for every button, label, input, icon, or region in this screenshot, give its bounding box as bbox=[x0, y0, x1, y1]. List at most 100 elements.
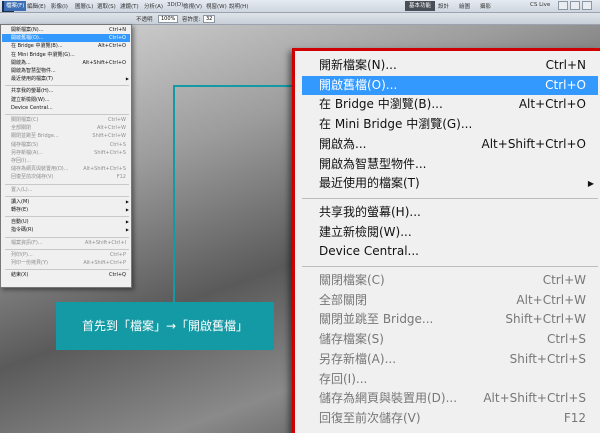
menu-item[interactable]: 在 Mini Bridge 中瀏覽(G)... bbox=[2, 51, 130, 59]
menu-separator bbox=[5, 183, 129, 185]
menu-item[interactable]: 建立新檢閱(W)... bbox=[2, 96, 130, 104]
menu-item[interactable]: 讀入(M) ▶ bbox=[2, 198, 130, 206]
tolerance-field[interactable]: 32 bbox=[203, 15, 216, 23]
menu-item[interactable]: 開啟為... Alt+Shift+Ctrl+O bbox=[302, 135, 598, 154]
menu-item: 儲存為網頁與裝置用(D)... Alt+Shift+Ctrl+S bbox=[302, 389, 598, 408]
menu-item-shortcut: Shift+Ctrl+W bbox=[505, 312, 586, 327]
menu-item: 儲存為網頁與裝置用(D)... Alt+Shift+Ctrl+S bbox=[2, 165, 130, 173]
menu-item[interactable]: 開新檔案(N)... Ctrl+N bbox=[302, 56, 598, 75]
menu-item-label: 關閉並跳至 Bridge... bbox=[11, 133, 59, 140]
menu-title[interactable]: 說明(H) bbox=[229, 2, 248, 10]
menu-item: 關閉檔案(C) Ctrl+W bbox=[2, 116, 130, 124]
menu-title[interactable]: 視窗(W) bbox=[206, 2, 227, 10]
cs-live-button[interactable]: CS Live bbox=[530, 2, 550, 8]
menu-item[interactable]: 結束(X) Ctrl+Q bbox=[2, 271, 130, 279]
menu-item[interactable]: 共享我的螢幕(H)... bbox=[2, 87, 130, 95]
menu-item[interactable]: 開啟為... Alt+Shift+Ctrl+O bbox=[2, 59, 130, 67]
menu-item-label: 關閉檔案(C) bbox=[11, 117, 39, 123]
menu-item: 關閉並跳至 Bridge... Shift+Ctrl+W bbox=[2, 132, 130, 140]
menu-item-label: 另存新檔(A)... bbox=[11, 149, 44, 156]
file-menu-enlarged: 開新檔案(N)... Ctrl+N 開啟舊檔(O)... Ctrl+O 在 Bridge… bbox=[292, 48, 600, 433]
menu-item: 全部關閉 Alt+Ctrl+W bbox=[2, 124, 130, 132]
menu-item[interactable]: 在 Bridge 中瀏覽(B)... Alt+Ctrl+O bbox=[2, 42, 130, 50]
workspace-photography-link[interactable]: 攝影 bbox=[480, 2, 491, 10]
menu-title[interactable]: 3D(D) bbox=[167, 2, 183, 8]
menu-item[interactable]: Device Central... bbox=[302, 242, 598, 261]
menu-item[interactable]: 建立新檢閱(W)... bbox=[302, 223, 598, 242]
workspace-essentials-button[interactable]: 基本功能 bbox=[405, 1, 436, 11]
menu-item: 儲存檔案(S) Ctrl+S bbox=[302, 330, 598, 349]
menu-title[interactable]: 編輯(E) bbox=[27, 2, 46, 10]
menu-item-shortcut: F12 bbox=[116, 174, 126, 181]
menu-item: 另存新檔(A)... Shift+Ctrl+S bbox=[302, 350, 598, 369]
menu-item-label: 回復至前次儲存(V) bbox=[11, 174, 54, 181]
menu-item-label: 儲存為網頁與裝置用(D)... bbox=[319, 391, 458, 406]
menu-item-label: 建立新檢閱(W)... bbox=[11, 96, 50, 103]
menu-item[interactable]: 開啟舊檔(O)... Ctrl+O bbox=[2, 34, 130, 43]
menu-title[interactable]: 選取(S) bbox=[97, 2, 116, 10]
workspace-painting-link[interactable]: 繪圖 bbox=[459, 2, 470, 10]
menu-item: 置入(L)... bbox=[2, 186, 130, 194]
menu-item[interactable]: 開啟舊檔(O)... Ctrl+O bbox=[302, 75, 598, 95]
menu-item-label: 儲存檔案(S) bbox=[11, 141, 39, 148]
callout-box: 首先到「檔案」→「開啟舊檔」 bbox=[56, 302, 274, 350]
menu-item-shortcut: Ctrl+N bbox=[545, 58, 586, 72]
menu-item-label: 開新檔案(N)... bbox=[319, 58, 397, 72]
menu-item[interactable]: 最近使用的檔案(T) ▶ bbox=[2, 75, 130, 83]
menu-item[interactable]: 最近使用的檔案(T) ▶ bbox=[302, 174, 598, 193]
opacity-field[interactable]: 100% bbox=[158, 15, 179, 23]
menu-title[interactable]: 影像(I) bbox=[51, 2, 68, 10]
menu-title[interactable]: 圖層(L) bbox=[75, 2, 93, 10]
menu-item-label: 開啟為... bbox=[11, 59, 31, 66]
menu-item-label: 共享我的螢幕(H)... bbox=[11, 88, 54, 95]
menu-item-shortcut: Alt+Shift+Ctrl+O bbox=[481, 136, 586, 151]
menu-item-shortcut: Ctrl+O bbox=[108, 35, 126, 42]
file-menu-thumbnail: 開新檔案(N)... Ctrl+N 開啟舊檔(O)... Ctrl+O 在 Bridge… bbox=[0, 24, 132, 288]
menu-item-label: 最近使用的檔案(T) bbox=[319, 176, 420, 191]
menu-item[interactable]: 在 Mini Bridge 中瀏覽(G)... bbox=[302, 115, 598, 134]
menu-item-shortcut: Ctrl+P bbox=[109, 251, 126, 258]
menu-item-shortcut: Alt+Shift+Ctrl+O bbox=[82, 59, 126, 66]
menu-item: 存回(I)... bbox=[2, 157, 130, 165]
menu-item[interactable]: 開啟為智慧型物件... bbox=[2, 67, 130, 75]
maximize-icon[interactable] bbox=[570, 1, 580, 10]
submenu-arrow-icon: ▶ bbox=[125, 198, 129, 204]
menu-title[interactable]: 檔案(F) bbox=[4, 1, 27, 11]
workspace-design-link[interactable]: 設計 bbox=[438, 2, 449, 10]
menu-separator bbox=[5, 85, 129, 87]
menu-item-label: 全部關閉 bbox=[11, 125, 32, 132]
tolerance-label: 容許度: bbox=[182, 17, 201, 23]
menu-item-shortcut: Alt+Shift+Ctrl+S bbox=[83, 166, 126, 173]
menu-separator bbox=[302, 266, 598, 267]
minimize-icon[interactable] bbox=[558, 1, 568, 10]
menu-item-shortcut: Alt+Ctrl+O bbox=[98, 43, 126, 50]
menu-item-label: 全部關閉 bbox=[319, 292, 368, 307]
menu-item[interactable]: Device Central... bbox=[2, 104, 130, 112]
menu-item-shortcut: Alt+Shift+Ctrl+S bbox=[483, 391, 586, 406]
menu-item[interactable]: 開啟為智慧型物件... bbox=[302, 155, 598, 174]
menu-separator bbox=[302, 197, 598, 199]
menu-title[interactable]: 濾鏡(T) bbox=[120, 2, 139, 10]
menu-item-label: 最近使用的檔案(T) bbox=[11, 76, 53, 83]
submenu-arrow-icon: ▶ bbox=[125, 76, 129, 82]
menu-item-label: 指令碼(R) bbox=[11, 227, 34, 234]
menu-item-shortcut: F12 bbox=[563, 410, 586, 425]
opacity-label: 不透明 bbox=[136, 17, 153, 23]
menu-item: 存回(I)... bbox=[302, 370, 598, 389]
menu-item-shortcut: Alt+Shift+Ctrl+P bbox=[83, 260, 126, 266]
menu-item[interactable]: 指令碼(R) ▶ bbox=[2, 226, 130, 234]
menu-item-shortcut: Ctrl+O bbox=[545, 77, 586, 92]
menu-item-label: 轉存(E) bbox=[11, 207, 29, 213]
menu-item[interactable]: 開新檔案(N)... Ctrl+N bbox=[2, 26, 130, 34]
menu-item-label: 開啟舊檔(O)... bbox=[11, 35, 44, 42]
menu-title[interactable]: 分析(A) bbox=[144, 2, 163, 10]
menu-item-shortcut: Ctrl+S bbox=[546, 332, 586, 347]
menu-item-shortcut: Alt+Ctrl+O bbox=[518, 97, 586, 112]
menu-item[interactable]: 轉存(E) ▶ bbox=[2, 206, 130, 214]
close-icon[interactable] bbox=[582, 1, 592, 10]
menu-title[interactable]: 檢視(V) bbox=[183, 2, 202, 10]
menu-item-label: 關閉並跳至 Bridge... bbox=[319, 312, 434, 327]
menu-item[interactable]: 自動(U) ▶ bbox=[2, 218, 130, 226]
menu-item[interactable]: 共享我的螢幕(H)... bbox=[302, 203, 598, 222]
menu-item[interactable]: 在 Bridge 中瀏覽(B)... Alt+Ctrl+O bbox=[302, 95, 598, 114]
